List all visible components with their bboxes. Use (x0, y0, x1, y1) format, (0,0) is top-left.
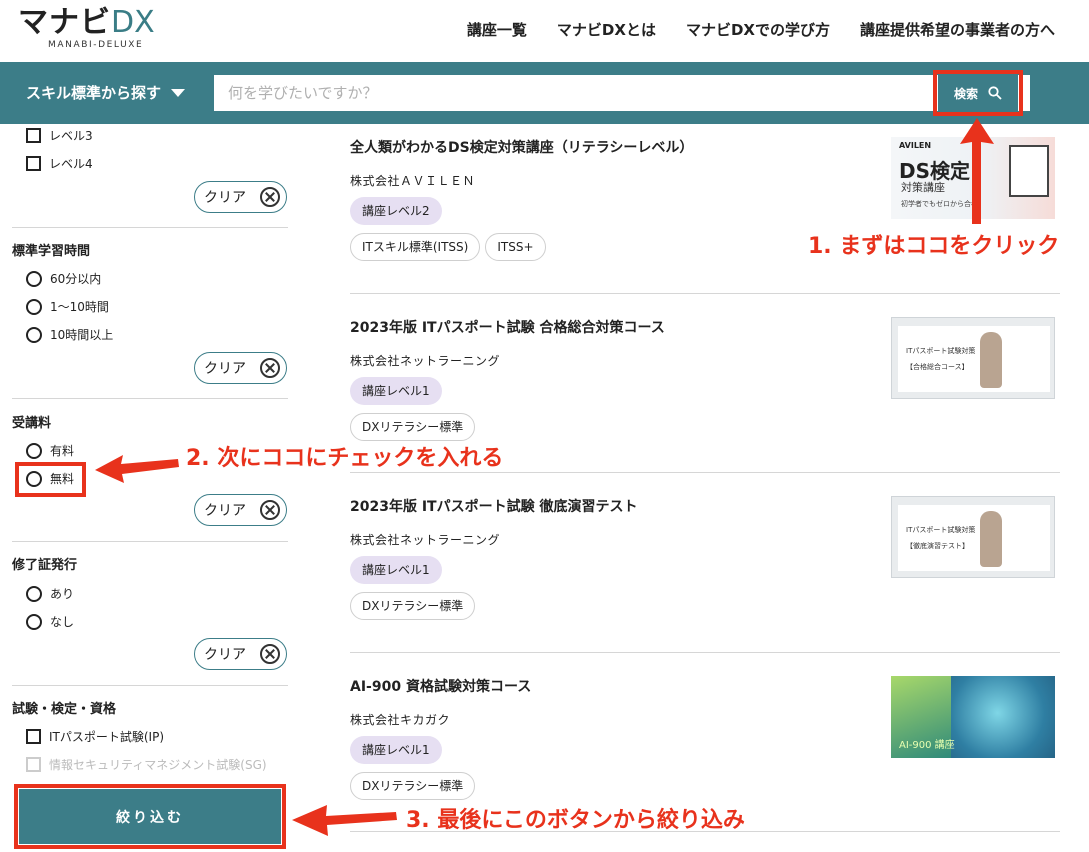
annotation-arrows (95, 118, 994, 836)
arrow-left-icon (95, 455, 179, 483)
arrow-up-icon (960, 118, 994, 224)
arrow-left-icon (292, 805, 397, 836)
